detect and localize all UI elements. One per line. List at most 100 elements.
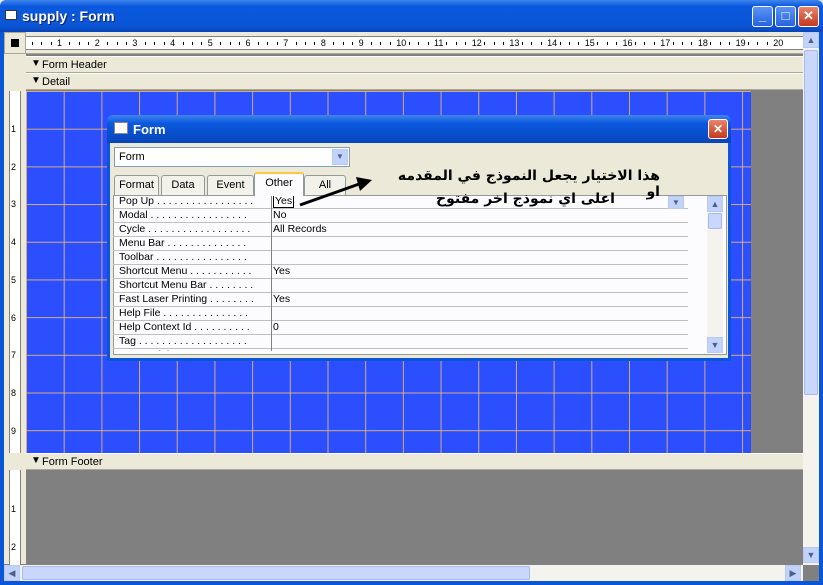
tab-event[interactable]: Event	[207, 175, 254, 195]
property-value-text: Yes	[273, 265, 291, 277]
ruler-tick	[766, 42, 768, 45]
ruler-tick	[125, 42, 127, 45]
property-scroll-thumb[interactable]	[708, 213, 722, 229]
property-row[interactable]: Cycle . . . . . . . . . . . . . . . . . …	[113, 223, 688, 237]
vertical-ruler[interactable]: 1 2 3 4 5 6 7 8 9 1 2	[4, 54, 26, 565]
ruler-tick	[418, 42, 420, 45]
ruler-number: 14	[547, 38, 558, 48]
close-button[interactable]: ✕	[798, 6, 819, 27]
property-value[interactable]: No	[271, 209, 688, 223]
maximize-button[interactable]: □	[775, 6, 796, 27]
horizontal-scroll-thumb[interactable]	[22, 566, 530, 580]
ruler-tick	[606, 42, 608, 45]
annotation-line-2: اعلى اي نموذج اخر مفتوح	[436, 191, 615, 207]
section-arrow-icon: ▼	[31, 455, 41, 466]
ruler-tick	[295, 42, 297, 45]
scroll-up-icon[interactable]: ▲	[707, 196, 723, 212]
property-row[interactable]: Help File . . . . . . . . . . . . . . .	[113, 307, 688, 321]
vertical-ruler-number: 8	[11, 387, 17, 398]
property-value-text: Yes	[273, 195, 295, 208]
ruler-tick	[653, 42, 655, 45]
property-sheet-title-bar[interactable]: Form ✕	[107, 115, 731, 143]
ruler-tick	[427, 42, 429, 45]
property-value[interactable]: Yes	[271, 265, 688, 279]
ruler-tick	[276, 42, 278, 45]
ruler-tick	[502, 42, 504, 45]
property-name: Help File . . . . . . . . . . . . . . .	[119, 307, 248, 319]
property-name: Toolbar . . . . . . . . . . . . . . . .	[119, 251, 247, 263]
property-value[interactable]	[271, 237, 688, 251]
property-scrollbar[interactable]: ▲ ▼	[707, 196, 723, 353]
object-selector[interactable]: Form ▼	[114, 147, 350, 167]
property-name: Has Module . . . . . . . . . . . . .	[119, 349, 269, 351]
property-row[interactable]: Shortcut Menu . . . . . . . . . . . Yes	[113, 265, 688, 279]
tab-other[interactable]: Other	[254, 172, 304, 196]
form-header-bar[interactable]: ▼ Form Header	[26, 56, 803, 73]
property-grid[interactable]: Pop Up . . . . . . . . . . . . . . . . .…	[113, 195, 716, 351]
ruler-tick	[408, 42, 410, 45]
ruler-tick	[69, 42, 71, 45]
value-dropdown-icon[interactable]: ▼	[668, 196, 684, 209]
property-value[interactable]: 0	[271, 321, 688, 335]
property-sheet-close-button[interactable]: ✕	[708, 119, 728, 139]
ruler-tick	[455, 42, 457, 45]
scroll-right-icon[interactable]: ▶	[785, 565, 801, 581]
ruler-tick	[644, 42, 646, 45]
ruler-tick	[616, 42, 618, 45]
property-sheet-window[interactable]: Form ✕ Form ▼ Format Data Event Other Al…	[107, 115, 731, 361]
vertical-scroll-thumb[interactable]	[804, 50, 818, 395]
ruler-number: 5	[207, 38, 213, 48]
ruler-tick	[257, 42, 259, 45]
property-value[interactable]	[271, 335, 688, 349]
property-value[interactable]	[271, 279, 688, 293]
property-row[interactable]: Fast Laser Printing . . . . . . . . Yes	[113, 293, 688, 307]
scroll-left-icon[interactable]: ◀	[4, 565, 20, 581]
ruler-tick	[521, 42, 523, 45]
ruler-number: 2	[94, 38, 100, 48]
scroll-down-icon[interactable]: ▼	[707, 337, 723, 353]
minimize-button[interactable]: _	[752, 6, 773, 27]
ruler-number: 1	[57, 38, 63, 48]
ruler-tick	[88, 42, 90, 45]
scroll-down-icon[interactable]: ▼	[803, 547, 819, 563]
property-value[interactable]	[271, 307, 688, 321]
ruler-tick	[540, 42, 542, 45]
ruler-tick	[107, 42, 109, 45]
ruler-tick	[78, 42, 80, 45]
property-row[interactable]: Toolbar . . . . . . . . . . . . . . . .	[113, 251, 688, 265]
property-name: Help Context Id . . . . . . . . . .	[119, 321, 250, 333]
tab-format[interactable]: Format	[114, 175, 159, 195]
property-value[interactable]: Yes	[271, 293, 688, 307]
ruler-tick	[465, 42, 467, 45]
window-title: supply : Form	[22, 8, 115, 24]
ruler-tick	[191, 42, 193, 45]
ruler-tick	[201, 42, 203, 45]
detail-bar[interactable]: ▼ Detail	[26, 73, 803, 90]
property-row[interactable]: Shortcut Menu Bar . . . . . . . .	[113, 279, 688, 293]
tab-data[interactable]: Data	[161, 175, 205, 195]
form-footer-bar[interactable]: ▼ Form Footer	[26, 453, 803, 470]
property-name: Pop Up . . . . . . . . . . . . . . . . .	[119, 195, 254, 207]
property-value[interactable]	[271, 251, 688, 265]
ruler-tick	[710, 42, 712, 45]
vertical-ruler-number: 2	[11, 541, 17, 552]
scroll-up-icon[interactable]: ▲	[803, 32, 819, 48]
ruler-number: 11	[434, 38, 444, 48]
form-selector[interactable]	[4, 32, 26, 54]
property-row[interactable]: Tag . . . . . . . . . . . . . . . . . . …	[113, 335, 688, 349]
property-value[interactable]: All Records	[271, 223, 688, 237]
ruler-tick	[163, 42, 165, 45]
property-value-text: No	[273, 209, 287, 221]
section-arrow-icon: ▼	[31, 58, 41, 69]
window-title-bar[interactable]: supply : Form _ □ ✕	[0, 0, 823, 32]
property-row[interactable]: Help Context Id . . . . . . . . . . 0	[113, 321, 688, 335]
vertical-scrollbar[interactable]: ▲ ▼	[803, 32, 819, 565]
property-row[interactable]: Modal . . . . . . . . . . . . . . . . . N…	[113, 209, 688, 223]
chevron-down-icon[interactable]: ▼	[332, 149, 348, 165]
property-value[interactable]: No	[271, 349, 688, 351]
property-row[interactable]: Has Module . . . . . . . . . . . . . No	[113, 349, 688, 351]
property-row[interactable]: Menu Bar . . . . . . . . . . . . . .	[113, 237, 688, 251]
ruler-tick	[493, 42, 495, 45]
horizontal-ruler[interactable]: 1 2 3 4 5 6 7 8 9 10 11 12 13 14 15 16 17 18 19 20	[26, 32, 803, 54]
horizontal-scrollbar[interactable]: ◀ ▶	[4, 565, 803, 581]
